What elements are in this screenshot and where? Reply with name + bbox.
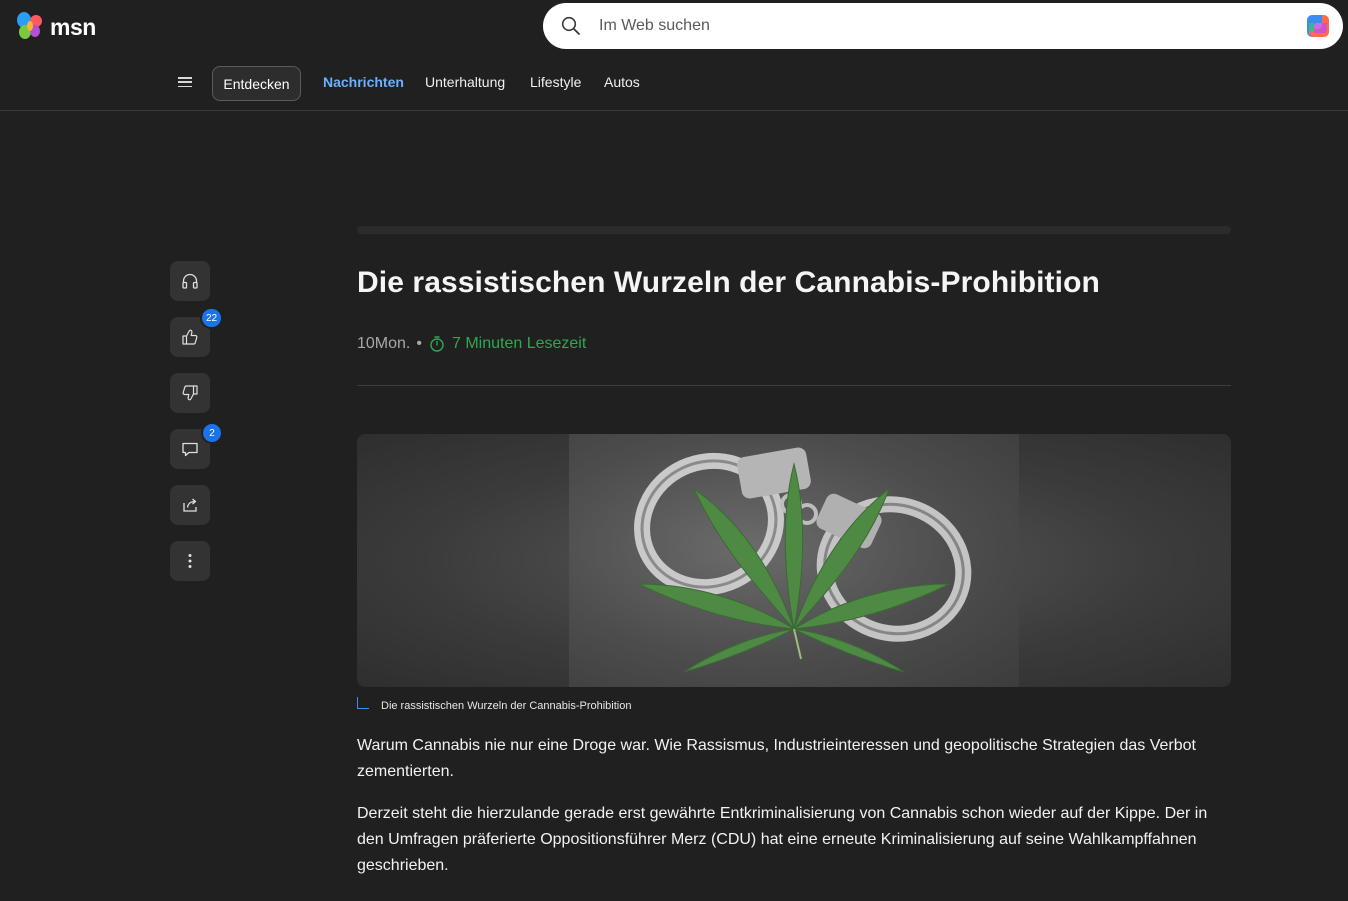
- handcuffs-cannabis-illustration: [634, 447, 972, 673]
- article-age: 10Mon.: [357, 335, 411, 352]
- hamburger-menu-icon[interactable]: [176, 74, 194, 90]
- meta-separator: •: [416, 335, 422, 352]
- nav-discover-button[interactable]: Entdecken: [212, 66, 301, 101]
- more-icon: [188, 554, 192, 568]
- logo-text: msn: [50, 13, 96, 40]
- article-meta: 10Mon. • 7 Minuten Lesezeit: [357, 335, 586, 353]
- hero-photo: [569, 434, 1019, 687]
- read-time: 7 Minuten Lesezeit: [428, 335, 586, 353]
- search-input[interactable]: [599, 13, 1279, 39]
- msn-logo[interactable]: msn: [16, 11, 96, 43]
- thumbs-down-icon: [182, 385, 198, 401]
- image-caption-text: Die rassistischen Wurzeln der Cannabis-P…: [381, 700, 632, 712]
- search-box: [543, 3, 1343, 49]
- nav-link-autos[interactable]: Autos: [604, 74, 640, 90]
- thumbs-up-icon: [182, 329, 198, 345]
- more-options-button[interactable]: [170, 541, 210, 581]
- nav-link-entertainment[interactable]: Unterhaltung: [425, 74, 505, 90]
- search-icon[interactable]: [561, 16, 581, 36]
- nav-link-news[interactable]: Nachrichten: [323, 74, 404, 90]
- nav-link-lifestyle[interactable]: Lifestyle: [530, 74, 581, 90]
- caption-corner-icon: [357, 697, 369, 709]
- comment-icon: [182, 442, 198, 457]
- article-paragraph-1: Warum Cannabis nie nur eine Droge war. W…: [357, 737, 1196, 780]
- share-button[interactable]: [170, 485, 210, 525]
- hero-image[interactable]: [357, 434, 1231, 687]
- article-top-divider: [357, 226, 1231, 234]
- headphones-icon: [182, 273, 198, 289]
- comment-count-badge: 2: [201, 422, 223, 444]
- article-title: Die rassistischen Wurzeln der Cannabis-P…: [357, 266, 1100, 299]
- like-count-badge: 22: [200, 307, 224, 329]
- read-time-label: 7 Minuten Lesezeit: [451, 335, 587, 352]
- msn-butterfly-icon: [17, 12, 42, 39]
- article-paragraph-2: Derzeit steht die hierzulande gerade ers…: [357, 805, 1208, 874]
- meta-divider: [357, 385, 1231, 386]
- dislike-button[interactable]: [170, 373, 210, 413]
- share-icon: [183, 498, 197, 512]
- copilot-icon[interactable]: [1303, 11, 1333, 41]
- image-caption: Die rassistischen Wurzeln der Cannabis-P…: [357, 697, 632, 712]
- nav-bar: Entdecken Nachrichten Unterhaltung Lifes…: [0, 54, 1348, 111]
- top-bar: msn: [0, 0, 1348, 54]
- stopwatch-icon: [430, 336, 444, 352]
- listen-button[interactable]: [170, 261, 210, 301]
